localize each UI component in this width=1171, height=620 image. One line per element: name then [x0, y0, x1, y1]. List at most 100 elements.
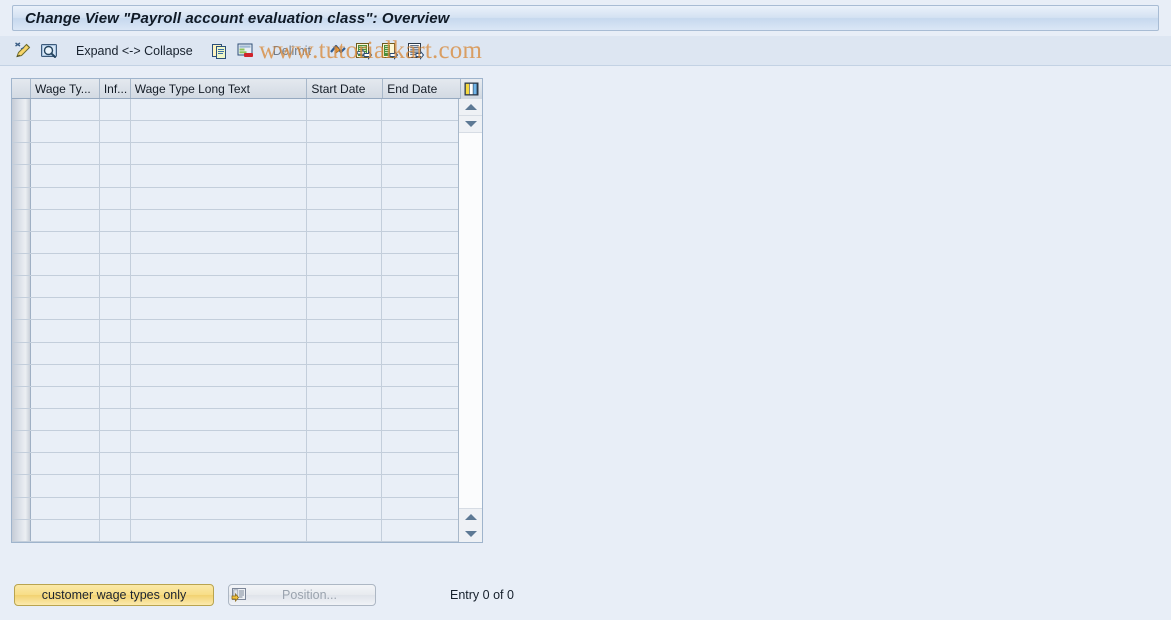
position-button[interactable]: Position...: [228, 584, 376, 606]
cell-wage_type[interactable]: [30, 519, 100, 541]
delimit-button[interactable]: Delimit: [269, 39, 315, 63]
row-selector-cell[interactable]: [12, 408, 31, 431]
cell-end_date[interactable]: [382, 276, 459, 298]
scroll-page-up-button[interactable]: [459, 99, 482, 116]
cell-start_date[interactable]: [306, 342, 383, 364]
table-row[interactable]: [12, 99, 459, 122]
table-row[interactable]: [12, 431, 459, 454]
table-row[interactable]: [12, 165, 459, 188]
cell-infotype[interactable]: [99, 253, 131, 276]
row-selector-cell[interactable]: [12, 386, 31, 408]
cell-start_date[interactable]: [306, 320, 383, 342]
row-selector-cell[interactable]: [12, 143, 31, 165]
cell-start_date[interactable]: [306, 386, 383, 408]
table-row[interactable]: [12, 519, 459, 542]
cell-wage_type[interactable]: [30, 187, 100, 209]
cell-start_date[interactable]: [306, 519, 383, 541]
cell-end_date[interactable]: [382, 364, 459, 386]
table-row[interactable]: [12, 209, 459, 232]
row-selector-cell[interactable]: [12, 497, 31, 519]
table-header-infotype[interactable]: Inf...: [100, 79, 131, 98]
cell-start_date[interactable]: [306, 121, 383, 143]
cell-wage_type_long_text[interactable]: [130, 475, 307, 497]
cell-end_date[interactable]: [382, 453, 459, 475]
table-row[interactable]: [12, 121, 459, 144]
table-row[interactable]: [12, 408, 459, 432]
cell-wage_type[interactable]: [30, 386, 100, 408]
cell-wage_type_long_text[interactable]: [130, 231, 307, 253]
cell-infotype[interactable]: [99, 408, 131, 431]
table-header-end-date[interactable]: End Date: [383, 79, 460, 98]
cell-wage_type[interactable]: [30, 475, 100, 497]
cell-wage_type[interactable]: [30, 408, 100, 431]
row-selector-cell[interactable]: [12, 364, 31, 386]
cell-wage_type_long_text[interactable]: [130, 386, 307, 408]
table-row[interactable]: [12, 497, 459, 520]
cell-end_date[interactable]: [382, 408, 459, 431]
cell-infotype[interactable]: [99, 364, 131, 386]
row-selector-cell[interactable]: [12, 99, 31, 121]
select-layout-icon[interactable]: [405, 40, 427, 62]
scroll-line-up-button[interactable]: [459, 508, 482, 525]
cell-wage_type[interactable]: [30, 342, 100, 364]
cell-start_date[interactable]: [306, 408, 383, 431]
cell-end_date[interactable]: [382, 519, 459, 541]
cell-wage_type_long_text[interactable]: [130, 453, 307, 475]
copy-documents-icon[interactable]: [209, 40, 231, 62]
table-row[interactable]: [12, 386, 459, 409]
row-selector-cell[interactable]: [12, 121, 31, 143]
cell-end_date[interactable]: [382, 121, 459, 143]
cell-start_date[interactable]: [306, 165, 383, 187]
table-row[interactable]: [12, 298, 459, 321]
row-selector-cell[interactable]: [12, 209, 31, 231]
table-header-wage-type[interactable]: Wage Ty...: [31, 79, 100, 98]
cell-wage_type_long_text[interactable]: [130, 209, 307, 231]
cell-wage_type_long_text[interactable]: [130, 431, 307, 453]
cell-end_date[interactable]: [382, 143, 459, 165]
table-row[interactable]: [12, 475, 459, 498]
select-all-layout-icon[interactable]: [460, 79, 482, 99]
row-selector-cell[interactable]: [12, 519, 31, 541]
cell-wage_type[interactable]: [30, 165, 100, 187]
cell-end_date[interactable]: [382, 253, 459, 276]
cell-wage_type[interactable]: [30, 209, 100, 231]
cell-end_date[interactable]: [382, 386, 459, 408]
cell-wage_type_long_text[interactable]: [130, 320, 307, 342]
table-row[interactable]: [12, 276, 459, 299]
table-header-wage-type-long-text[interactable]: Wage Type Long Text: [131, 79, 308, 98]
undo-arrow-icon[interactable]: [327, 40, 349, 62]
cell-wage_type_long_text[interactable]: [130, 143, 307, 165]
cell-wage_type[interactable]: [30, 497, 100, 519]
previous-entry-icon[interactable]: [353, 40, 375, 62]
cell-infotype[interactable]: [99, 187, 131, 209]
cell-wage_type[interactable]: [30, 143, 100, 165]
cell-end_date[interactable]: [382, 298, 459, 320]
cell-end_date[interactable]: [382, 320, 459, 342]
cell-end_date[interactable]: [382, 187, 459, 209]
cell-start_date[interactable]: [306, 143, 383, 165]
cell-wage_type[interactable]: [30, 364, 100, 386]
row-selector-cell[interactable]: [12, 342, 31, 364]
cell-end_date[interactable]: [382, 342, 459, 364]
cell-infotype[interactable]: [99, 121, 131, 143]
cell-end_date[interactable]: [382, 497, 459, 519]
scrollbar-track[interactable]: [459, 133, 482, 508]
table-row[interactable]: [12, 364, 459, 387]
cell-infotype[interactable]: [99, 209, 131, 231]
row-selector-cell[interactable]: [12, 187, 31, 209]
cell-wage_type_long_text[interactable]: [130, 342, 307, 364]
cell-wage_type_long_text[interactable]: [130, 165, 307, 187]
cell-infotype[interactable]: [99, 143, 131, 165]
cell-end_date[interactable]: [382, 475, 459, 497]
table-row[interactable]: [12, 453, 459, 476]
magnifier-screen-icon[interactable]: [38, 40, 60, 62]
cell-start_date[interactable]: [306, 475, 383, 497]
cell-wage_type_long_text[interactable]: [130, 99, 307, 121]
cell-end_date[interactable]: [382, 431, 459, 453]
cell-start_date[interactable]: [306, 497, 383, 519]
cell-infotype[interactable]: [99, 320, 131, 342]
row-selector-cell[interactable]: [12, 231, 31, 253]
cell-wage_type[interactable]: [30, 276, 100, 298]
cell-wage_type_long_text[interactable]: [130, 497, 307, 519]
cell-start_date[interactable]: [306, 453, 383, 475]
